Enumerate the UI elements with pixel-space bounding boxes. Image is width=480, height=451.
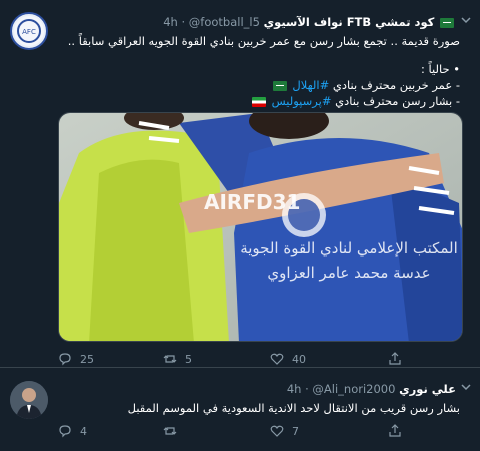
tweet[interactable]: AFC كود تمشي FTB نواف الآسيوي @football_… (0, 0, 480, 368)
retweet-icon (163, 355, 177, 363)
club-logo-icon: AFC (14, 16, 44, 46)
like-count: 40 (292, 352, 306, 366)
display-name[interactable]: علي نوري (399, 382, 456, 396)
iran-flag-icon (251, 96, 266, 107)
tweet-text-line: - بشار رسن محترف بنادي #پرسپولیس (60, 94, 460, 108)
retweet-count: 5 (185, 352, 192, 366)
handle[interactable]: @football_l5 (189, 15, 260, 29)
user-photo-icon (10, 381, 48, 419)
avatar[interactable] (10, 381, 48, 419)
like-count: 7 (292, 424, 299, 438)
reply-count: 25 (80, 352, 94, 366)
tweet-text-line: - عمر خربين محترف بنادي #الهلال (60, 78, 460, 92)
reply-icon (59, 425, 71, 438)
tweet-actions: 4 7 (58, 422, 438, 440)
tweet-header: كود تمشي FTB نواف الآسيوي @football_l5 ·… (56, 14, 456, 30)
like-button[interactable]: 40 (270, 350, 306, 368)
reply-button[interactable]: 25 (58, 350, 94, 368)
like-button[interactable]: 7 (270, 422, 299, 440)
separator: · (305, 382, 309, 396)
reply-count: 4 (80, 424, 87, 438)
tweet[interactable]: علي نوري @Ali_nori2000 · 4h بشار رسن قري… (0, 369, 480, 451)
chevron-down-icon[interactable] (460, 14, 472, 26)
share-button[interactable] (388, 350, 410, 368)
tweet-header: علي نوري @Ali_nori2000 · 4h (56, 381, 456, 397)
separator: · (181, 15, 186, 29)
tweet-text-line: صورة قديمة .. تجمع بشار رسن مع عمر خربين… (67, 34, 460, 48)
share-icon (389, 424, 401, 437)
photo-two-players: AIRFD31 المكتب الإعلامي لنادي القوة الجو… (59, 113, 462, 341)
reply-button[interactable]: 4 (58, 422, 87, 440)
tweet-text-line: بشار رسن قريب من الانتقال لاحد الاندية ا… (127, 401, 460, 415)
retweet-button[interactable]: 5 (163, 350, 192, 368)
watermark-text: AIRFD31 (204, 190, 300, 214)
tweet-actions: 25 5 40 (58, 350, 438, 368)
like-icon (270, 425, 284, 437)
reply-icon (59, 353, 71, 366)
timestamp[interactable]: 4h (163, 15, 178, 29)
tweet-text-line: • حالياً : (420, 62, 460, 76)
share-icon (389, 352, 401, 365)
watermark-credit: عدسة محمد عامر العزاوي (267, 264, 430, 283)
retweet-icon (163, 427, 177, 435)
saudi-flag-icon (272, 80, 287, 91)
watermark-caption: المكتب الإعلامي لنادي القوة الجوية (240, 239, 458, 258)
hashtag-link[interactable]: #پرسپولیس (272, 94, 332, 108)
handle[interactable]: @Ali_nori2000 (312, 382, 395, 396)
svg-text:AFC: AFC (22, 28, 36, 36)
saudi-flag-icon (440, 17, 454, 28)
timestamp[interactable]: 4h (287, 382, 302, 396)
avatar[interactable]: AFC (10, 12, 48, 50)
tweet-image[interactable]: AIRFD31 المكتب الإعلامي لنادي القوة الجو… (58, 112, 463, 342)
retweet-button[interactable] (163, 422, 185, 440)
display-name[interactable]: كود تمشي FTB نواف الآسيوي (264, 15, 435, 29)
hashtag-link[interactable]: #الهلال (292, 78, 329, 92)
chevron-down-icon[interactable] (460, 381, 472, 393)
like-icon (270, 353, 284, 365)
share-button[interactable] (388, 422, 410, 440)
